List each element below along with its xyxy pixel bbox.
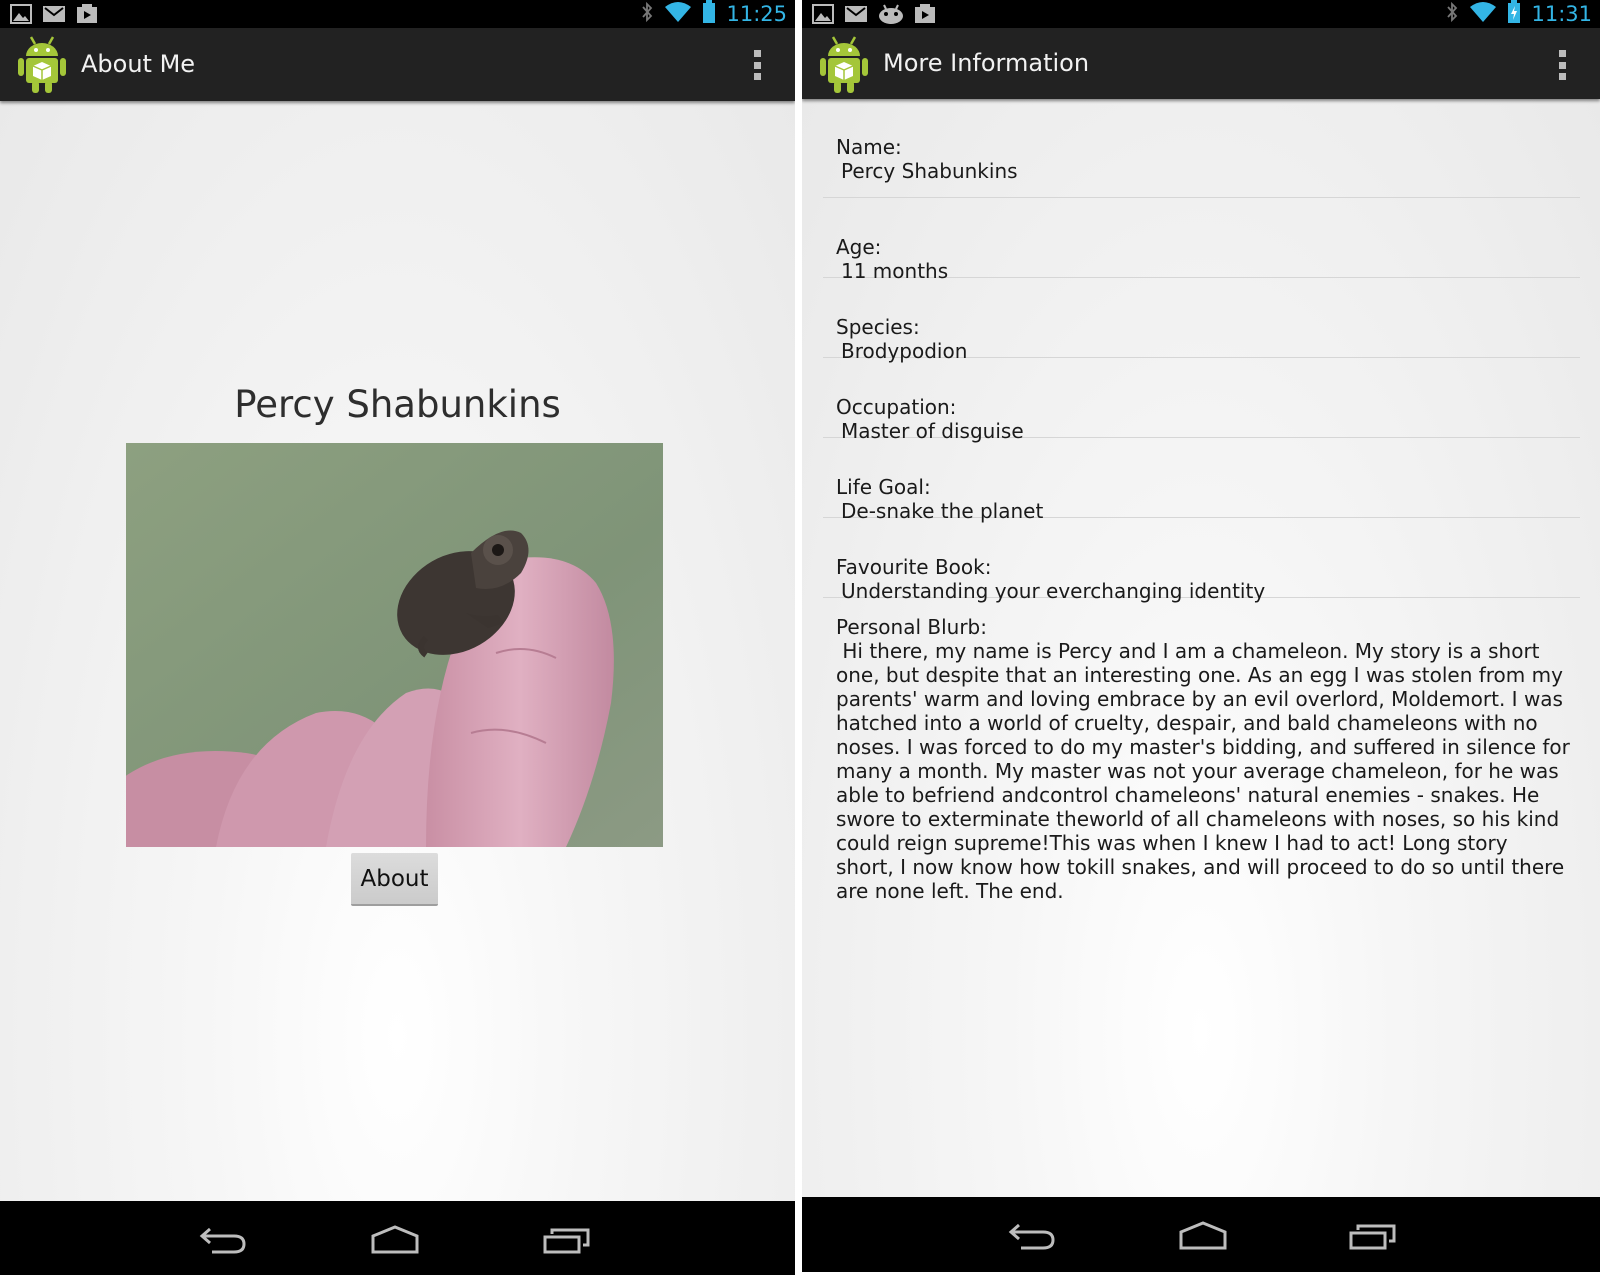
- notification-icons: [812, 3, 936, 25]
- info-item-age: Age: 11 months: [823, 198, 1580, 283]
- info-item-personal-blurb: Personal Blurb: Hi there, my name is Per…: [823, 598, 1580, 903]
- bluetooth-icon: [640, 1, 654, 27]
- wifi-icon: [1469, 1, 1497, 27]
- gallery-icon: [10, 3, 32, 25]
- recent-apps-icon[interactable]: [1348, 1215, 1398, 1259]
- home-icon[interactable]: [1177, 1215, 1229, 1259]
- gmail-icon: [844, 3, 868, 25]
- wifi-icon: [664, 1, 692, 27]
- action-bar: About Me: [0, 28, 795, 101]
- about-me-screen: 11:25 About Me Percy Shabunkins About: [0, 0, 795, 1275]
- status-bar: 11:25: [0, 0, 795, 28]
- recent-apps-icon[interactable]: [542, 1219, 592, 1263]
- chameleon-photo: [126, 443, 663, 847]
- system-status: 11:31: [1445, 0, 1592, 28]
- back-icon[interactable]: [1007, 1215, 1057, 1259]
- info-label: Name:: [836, 135, 902, 159]
- bluetooth-icon: [1445, 1, 1459, 27]
- info-item-name: Name: Percy Shabunkins: [823, 99, 1580, 198]
- back-icon[interactable]: [198, 1219, 248, 1263]
- info-value: Percy Shabunkins: [841, 159, 1018, 183]
- gallery-icon: [812, 3, 834, 25]
- status-clock: 11:31: [1531, 2, 1592, 26]
- android-debug-icon: [878, 3, 904, 25]
- more-information-screen: 11:31 More Information Name: Percy Shabu…: [802, 0, 1600, 1272]
- navigation-bar: [802, 1197, 1600, 1272]
- about-button[interactable]: About: [351, 853, 438, 906]
- info-label: Age:: [836, 235, 882, 259]
- android-app-icon[interactable]: [819, 35, 869, 95]
- navigation-bar: [0, 1201, 795, 1275]
- play-store-icon: [76, 3, 98, 25]
- info-list: Name: Percy Shabunkins Age: 11 months Sp…: [823, 99, 1580, 903]
- android-app-icon[interactable]: [17, 35, 67, 95]
- info-label: Occupation:: [836, 395, 957, 419]
- overflow-menu-icon[interactable]: [751, 50, 763, 80]
- info-label: Personal Blurb:: [836, 615, 987, 639]
- play-store-icon: [914, 3, 936, 25]
- personal-blurb-text: Hi there, my name is Percy and I am a ch…: [836, 639, 1577, 903]
- info-item-species: Species: Brodypodion: [823, 278, 1580, 363]
- overflow-menu-icon[interactable]: [1556, 50, 1568, 80]
- home-icon[interactable]: [369, 1219, 421, 1263]
- action-bar-title: About Me: [81, 50, 196, 78]
- info-label: Life Goal:: [836, 475, 931, 499]
- about-me-content: Percy Shabunkins About: [0, 101, 795, 1201]
- status-bar: 11:31: [802, 0, 1600, 28]
- info-label: Favourite Book:: [836, 555, 992, 579]
- name-heading: Percy Shabunkins: [234, 383, 561, 426]
- action-bar-title: More Information: [883, 49, 1090, 77]
- info-item-favourite-book: Favourite Book: Understanding your everc…: [823, 518, 1580, 603]
- info-item-life-goal: Life Goal: De-snake the planet: [823, 438, 1580, 523]
- battery-icon: [702, 0, 716, 28]
- status-clock: 11:25: [726, 2, 787, 26]
- notification-icons: [10, 3, 98, 25]
- battery-charging-icon: [1507, 0, 1521, 28]
- system-status: 11:25: [640, 0, 787, 28]
- more-information-content: Name: Percy Shabunkins Age: 11 months Sp…: [802, 99, 1600, 1197]
- action-bar: More Information: [802, 28, 1600, 99]
- info-label: Species:: [836, 315, 920, 339]
- info-item-occupation: Occupation: Master of disguise: [823, 358, 1580, 443]
- gmail-icon: [42, 3, 66, 25]
